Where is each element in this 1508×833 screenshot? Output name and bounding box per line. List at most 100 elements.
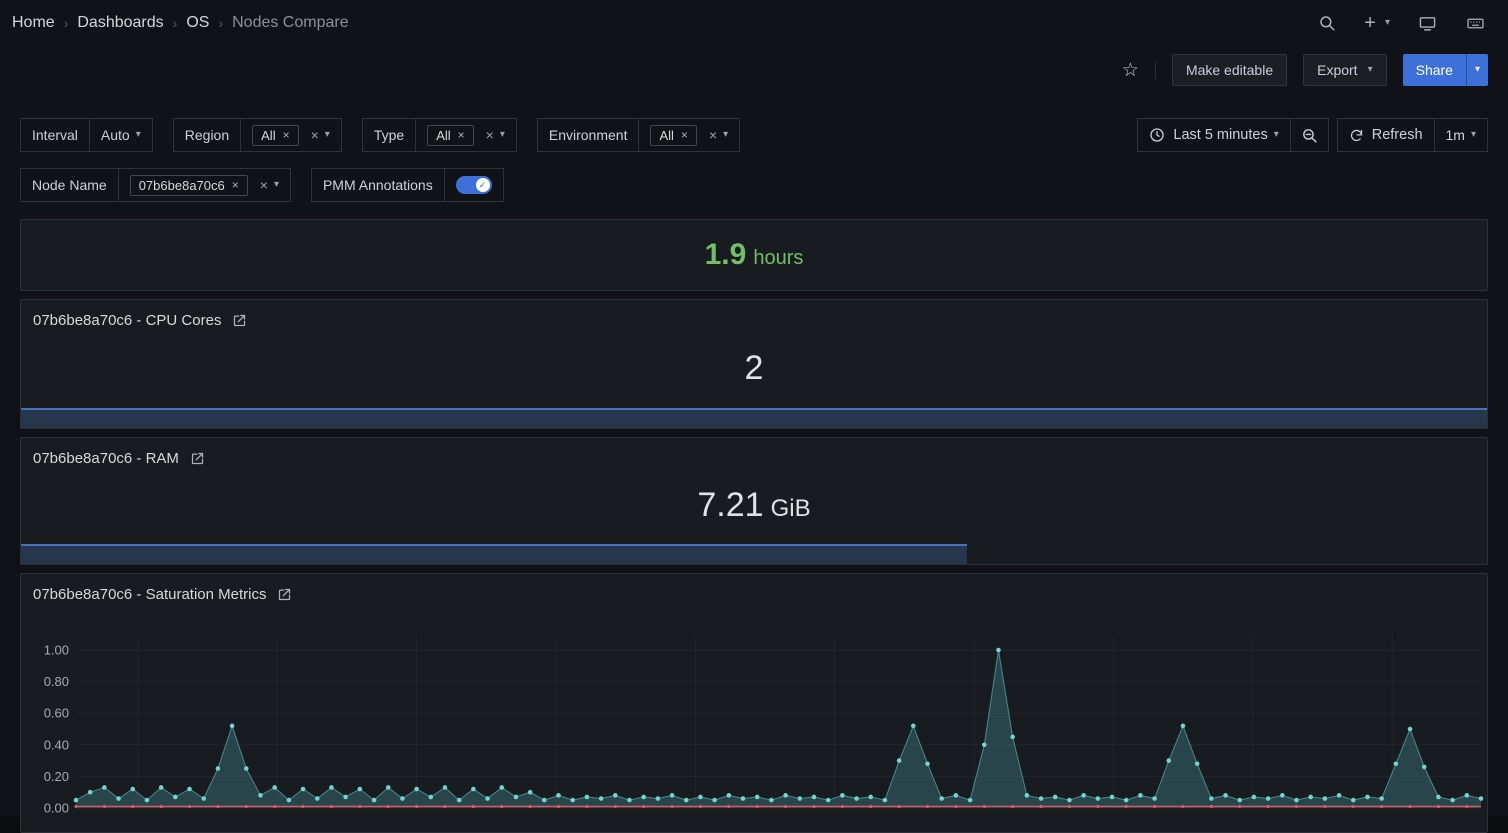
- cpu-cores-panel-header[interactable]: 07b6be8a70c6 - CPU Cores: [33, 312, 247, 329]
- chevron-down-icon: ▾: [1385, 18, 1390, 28]
- export-button[interactable]: Export ▾: [1303, 54, 1387, 86]
- chevron-down-icon: ▾: [1274, 130, 1279, 140]
- filter-pmm-annotations: PMM Annotations ✓: [311, 168, 504, 202]
- breadcrumb-separator: ›: [173, 15, 178, 31]
- breadcrumb: Home › Dashboards › OS › Nodes Compare: [12, 14, 349, 32]
- share-dropdown-button[interactable]: ▾: [1466, 54, 1488, 86]
- ram-bar-gauge: [21, 544, 967, 564]
- top-nav-icons: + ▾: [1318, 13, 1486, 33]
- interval-label: Interval: [20, 118, 90, 152]
- make-editable-button[interactable]: Make editable: [1172, 54, 1287, 86]
- clear-selection-icon[interactable]: ×: [486, 127, 494, 143]
- dashboard-actions-bar: ☆ Make editable Export ▾ Share ▾: [0, 46, 1508, 94]
- node-name-chip[interactable]: 07b6be8a70c6 ×: [130, 175, 248, 196]
- filters-row-1: Interval Auto ▾ Region All × × ▾ Type Al…: [20, 118, 1488, 152]
- breadcrumb-home[interactable]: Home: [12, 14, 55, 32]
- filter-region: Region All × × ▾: [173, 118, 342, 152]
- environment-chip-value: All: [659, 128, 673, 143]
- clear-selection-icon[interactable]: ×: [260, 177, 268, 193]
- time-range-value: Last 5 minutes: [1173, 127, 1267, 143]
- refresh-interval-select[interactable]: 1m ▾: [1434, 118, 1488, 152]
- keyboard-shortcuts-icon[interactable]: [1465, 15, 1486, 32]
- filter-interval: Interval Auto ▾: [20, 118, 153, 152]
- node-name-label: Node Name: [20, 168, 119, 202]
- external-link-icon[interactable]: [232, 313, 247, 328]
- export-label: Export: [1317, 62, 1357, 78]
- pmm-annotations-label: PMM Annotations: [311, 168, 445, 202]
- chevron-down-icon[interactable]: ▾: [274, 180, 279, 190]
- refresh-interval-value: 1m: [1446, 127, 1465, 143]
- cpu-cores-bar-gauge: [21, 408, 1487, 428]
- refresh-button[interactable]: Refresh: [1337, 118, 1435, 152]
- add-new-icon[interactable]: + ▾: [1364, 13, 1390, 33]
- uptime-unit: hours: [753, 247, 803, 270]
- panel-cpu-cores: 07b6be8a70c6 - CPU Cores 2: [20, 299, 1488, 429]
- ram-value: 7.21: [697, 486, 763, 525]
- type-select[interactable]: All × × ▾: [415, 118, 517, 152]
- breadcrumb-current-page: Nodes Compare: [232, 14, 349, 32]
- pmm-annotations-toggle[interactable]: ✓: [456, 176, 492, 194]
- search-icon[interactable]: [1318, 14, 1336, 32]
- chevron-down-icon[interactable]: ▾: [723, 130, 728, 140]
- remove-chip-icon[interactable]: ×: [232, 178, 239, 192]
- make-editable-label: Make editable: [1186, 62, 1273, 78]
- uptime-stat: 1.9 hours: [705, 238, 804, 272]
- chevron-down-icon: ▾: [1471, 130, 1476, 140]
- remove-chip-icon[interactable]: ×: [283, 128, 290, 142]
- interval-value: Auto: [101, 127, 130, 143]
- chevron-down-icon: ▾: [1368, 65, 1373, 75]
- dashboard-filters: Interval Auto ▾ Region All × × ▾ Type Al…: [0, 94, 1508, 202]
- node-name-chip-value: 07b6be8a70c6: [139, 178, 225, 193]
- external-link-icon[interactable]: [277, 587, 292, 602]
- chevron-down-icon[interactable]: ▾: [500, 130, 505, 140]
- node-name-select[interactable]: 07b6be8a70c6 × × ▾: [118, 168, 291, 202]
- clear-selection-icon[interactable]: ×: [709, 127, 717, 143]
- saturation-time-series-chart[interactable]: 0.000.200.400.600.801.00: [21, 624, 1487, 830]
- region-select[interactable]: All × × ▾: [240, 118, 342, 152]
- environment-label: Environment: [537, 118, 640, 152]
- toggle-knob: ✓: [476, 178, 490, 192]
- filter-environment: Environment All × × ▾: [537, 118, 740, 152]
- panel-ram: 07b6be8a70c6 - RAM 7.21 GiB: [20, 437, 1488, 565]
- chevron-down-icon[interactable]: ▾: [325, 130, 330, 140]
- interval-select[interactable]: Auto ▾: [89, 118, 153, 152]
- cpu-cores-value: 2: [745, 349, 764, 388]
- svg-text:0.60: 0.60: [44, 706, 69, 721]
- remove-chip-icon[interactable]: ×: [681, 128, 688, 142]
- ram-stat: 7.21 GiB: [21, 470, 1487, 540]
- star-favorite-icon[interactable]: ☆: [1122, 59, 1139, 82]
- check-icon: ✓: [479, 181, 487, 190]
- zoom-out-time-button[interactable]: [1290, 118, 1329, 152]
- top-nav-bar: Home › Dashboards › OS › Nodes Compare +…: [0, 0, 1508, 46]
- remove-chip-icon[interactable]: ×: [458, 128, 465, 142]
- panel-saturation-metrics: 07b6be8a70c6 - Saturation Metrics 0.000.…: [20, 573, 1488, 833]
- chevron-down-icon: ▾: [136, 130, 141, 140]
- region-chip-value: All: [261, 128, 275, 143]
- environment-select[interactable]: All × × ▾: [638, 118, 740, 152]
- external-link-icon[interactable]: [190, 451, 205, 466]
- region-chip[interactable]: All ×: [252, 125, 298, 146]
- breadcrumb-os[interactable]: OS: [186, 14, 209, 32]
- environment-chip[interactable]: All ×: [650, 125, 696, 146]
- divider: [1155, 61, 1156, 79]
- ram-panel-header[interactable]: 07b6be8a70c6 - RAM: [33, 450, 205, 467]
- type-chip-value: All: [436, 128, 450, 143]
- breadcrumb-dashboards[interactable]: Dashboards: [77, 14, 163, 32]
- svg-text:0.40: 0.40: [44, 737, 69, 752]
- refresh-label: Refresh: [1372, 127, 1423, 143]
- plus-icon: +: [1364, 13, 1376, 33]
- clear-selection-icon[interactable]: ×: [311, 127, 319, 143]
- dashboard-panels: 1.9 hours 07b6be8a70c6 - CPU Cores 2 07b…: [0, 202, 1508, 833]
- type-chip[interactable]: All ×: [427, 125, 473, 146]
- time-range-picker[interactable]: Last 5 minutes ▾: [1137, 118, 1290, 152]
- share-button[interactable]: Share: [1403, 54, 1466, 86]
- svg-text:0.20: 0.20: [44, 769, 69, 784]
- svg-text:1.00: 1.00: [44, 643, 69, 658]
- pmm-annotations-toggle-seg: ✓: [444, 168, 504, 202]
- clock-icon: [1149, 127, 1165, 143]
- kiosk-monitor-icon[interactable]: [1418, 15, 1437, 32]
- saturation-panel-header[interactable]: 07b6be8a70c6 - Saturation Metrics: [33, 586, 292, 603]
- refresh-icon: [1349, 128, 1364, 143]
- filter-type: Type All × × ▾: [362, 118, 517, 152]
- ram-panel-title: 07b6be8a70c6 - RAM: [33, 450, 179, 467]
